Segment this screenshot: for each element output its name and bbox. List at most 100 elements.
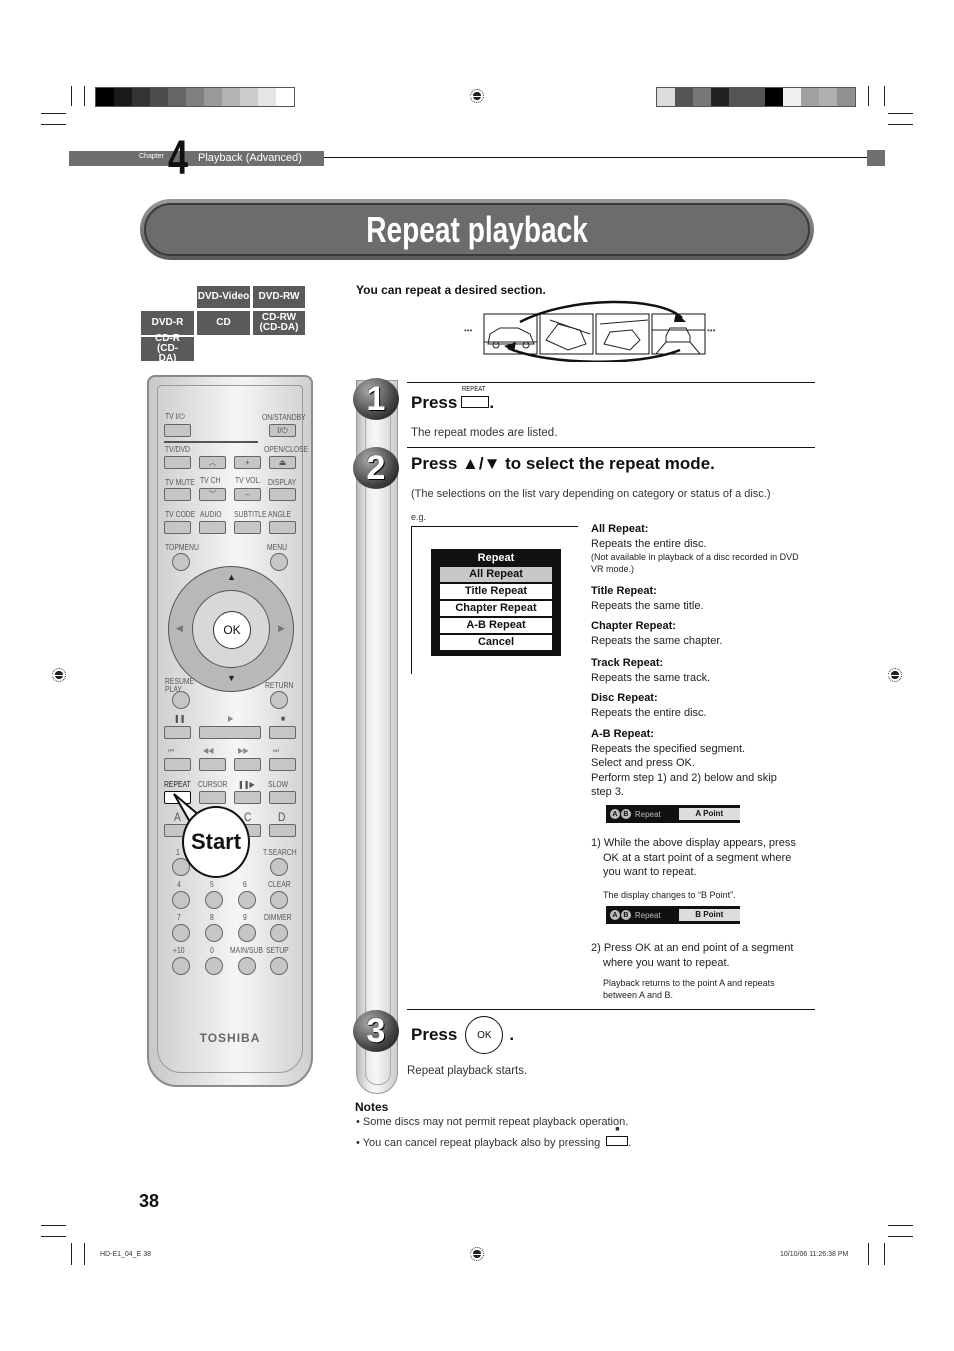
desc-title-repeat: Title Repeat: Repeats the same title. bbox=[591, 584, 811, 613]
label-tv-code: TV CODE bbox=[165, 510, 196, 519]
ab-step-2-note: Playback returns to the point A and repe… bbox=[603, 978, 775, 1000]
number-8-button[interactable] bbox=[205, 924, 223, 942]
desc-text: Repeats the specified segment. bbox=[591, 742, 746, 755]
crop-mark bbox=[84, 86, 85, 106]
number-9-button[interactable] bbox=[238, 924, 256, 942]
crop-mark bbox=[84, 1243, 85, 1265]
stop-glyph: ■ bbox=[615, 1126, 620, 1133]
desc-title: Track Repeat: bbox=[591, 657, 664, 669]
repeat-key-label: REPEAT bbox=[462, 386, 486, 393]
ok-button[interactable]: OK bbox=[213, 611, 251, 649]
tv-power-button[interactable] bbox=[164, 424, 191, 437]
b-marker-icon: B bbox=[620, 809, 631, 819]
tv-mute-button[interactable] bbox=[164, 488, 191, 501]
color-swatch bbox=[222, 88, 240, 106]
open-close-button[interactable]: ⏏ bbox=[269, 456, 296, 469]
repeat-menu-item[interactable]: Cancel bbox=[440, 635, 552, 650]
label-6: 6 bbox=[243, 880, 247, 889]
note-item: • You can cancel repeat playback also by… bbox=[356, 1126, 632, 1149]
repeat-menu-item[interactable]: Chapter Repeat bbox=[440, 601, 552, 616]
power-button[interactable]: I/⏻ bbox=[269, 424, 296, 437]
slow-step-button[interactable] bbox=[234, 791, 261, 804]
desc-text: Repeats the entire disc. bbox=[591, 706, 707, 719]
top-menu-button[interactable] bbox=[172, 553, 190, 571]
stop-button[interactable] bbox=[269, 726, 296, 739]
film-frame bbox=[539, 313, 594, 355]
number-0-button[interactable] bbox=[205, 957, 223, 975]
page-title: Repeat playback bbox=[366, 208, 588, 250]
number-4-button[interactable] bbox=[172, 891, 190, 909]
label-menu: MENU bbox=[267, 543, 288, 552]
rewind-button[interactable] bbox=[199, 758, 226, 771]
crop-mark bbox=[888, 1225, 913, 1226]
tv-dvd-button[interactable] bbox=[164, 456, 191, 469]
repeat-menu-item[interactable]: All Repeat bbox=[440, 567, 552, 582]
plus10-button[interactable] bbox=[172, 957, 190, 975]
registration-mark-icon bbox=[886, 668, 904, 682]
tv-vol-down-button[interactable]: – bbox=[234, 488, 261, 501]
color-swatch bbox=[657, 88, 675, 106]
angle-button[interactable] bbox=[269, 521, 296, 534]
repeat-menu-item[interactable]: A-B Repeat bbox=[440, 618, 552, 633]
disc-badge-dvd-rw: DVD-RW bbox=[253, 286, 305, 308]
label-5: 5 bbox=[210, 880, 214, 889]
tv-vol-up-button[interactable]: + bbox=[234, 456, 261, 469]
arrow-left-icon[interactable]: ◀ bbox=[176, 623, 183, 634]
audio-button[interactable] bbox=[199, 521, 226, 534]
desc-all-repeat: All Repeat: Repeats the entire disc. (No… bbox=[591, 522, 811, 575]
step-number-2: 2 bbox=[353, 447, 399, 489]
arrow-right-icon[interactable]: ▶ bbox=[278, 623, 285, 634]
divider bbox=[407, 382, 815, 383]
color-swatch bbox=[186, 88, 204, 106]
direction-pad[interactable]: ▲ ▼ ◀ ▶ OK bbox=[168, 566, 294, 692]
d-button[interactable] bbox=[269, 824, 296, 837]
resume-play-button[interactable] bbox=[172, 691, 190, 709]
t-search-button[interactable] bbox=[270, 858, 288, 876]
clear-button[interactable] bbox=[270, 891, 288, 909]
play-icon: ▶ bbox=[228, 714, 234, 723]
label-tv-ch: TV CH bbox=[200, 476, 221, 485]
label-setup: SETUP bbox=[266, 946, 289, 955]
skip-back-button[interactable] bbox=[164, 758, 191, 771]
number-7-button[interactable] bbox=[172, 924, 190, 942]
main-sub-button[interactable] bbox=[238, 957, 256, 975]
crop-mark bbox=[888, 1236, 913, 1237]
desc-ab-repeat: A-B Repeat: Repeats the specified segmen… bbox=[591, 727, 796, 800]
slow-button[interactable] bbox=[269, 791, 296, 804]
menu-button[interactable] bbox=[270, 553, 288, 571]
desc-text: Repeats the same title. bbox=[591, 599, 704, 612]
return-button[interactable] bbox=[270, 691, 288, 709]
tv-code-button[interactable] bbox=[164, 521, 191, 534]
tv-ch-up-button[interactable]: ︿ bbox=[199, 456, 226, 469]
desc-text: Select and press OK. bbox=[591, 757, 695, 769]
setup-button[interactable] bbox=[270, 957, 288, 975]
divider bbox=[407, 447, 815, 448]
divider bbox=[324, 157, 867, 158]
arrow-down-icon[interactable]: ▼ bbox=[227, 673, 236, 683]
display-button[interactable] bbox=[269, 488, 296, 501]
color-swatch bbox=[240, 88, 258, 106]
stop-icon: ■ bbox=[281, 714, 286, 723]
desc-text: Repeats the entire disc. bbox=[591, 537, 707, 550]
tv-ch-down-button[interactable]: ﹀ bbox=[199, 488, 226, 501]
color-swatch bbox=[276, 88, 294, 106]
play-button[interactable] bbox=[199, 726, 261, 739]
label-clear: CLEAR bbox=[268, 880, 291, 889]
fast-forward-button[interactable] bbox=[234, 758, 261, 771]
pause-button[interactable] bbox=[164, 726, 191, 739]
dimmer-button[interactable] bbox=[270, 924, 288, 942]
subtitle-button[interactable] bbox=[234, 521, 261, 534]
repeat-menu-item[interactable]: Title Repeat bbox=[440, 584, 552, 599]
skip-forward-button[interactable] bbox=[269, 758, 296, 771]
arrow-up-icon[interactable]: ▲ bbox=[227, 572, 236, 582]
ellipsis-left: ••• bbox=[464, 326, 473, 335]
stop-key-icon: ■ bbox=[606, 1126, 629, 1146]
number-5-button[interactable] bbox=[205, 891, 223, 909]
ab-display-b-point: A B Repeat B Point bbox=[606, 906, 741, 924]
step-3-heading-text: Press bbox=[411, 1025, 458, 1044]
number-6-button[interactable] bbox=[238, 891, 256, 909]
repeat-menu-title: Repeat bbox=[477, 552, 515, 564]
registration-mark-icon bbox=[468, 89, 486, 103]
desc-title: A-B Repeat: bbox=[591, 728, 654, 740]
ab-display-a-point: A B Repeat A Point bbox=[606, 805, 741, 823]
